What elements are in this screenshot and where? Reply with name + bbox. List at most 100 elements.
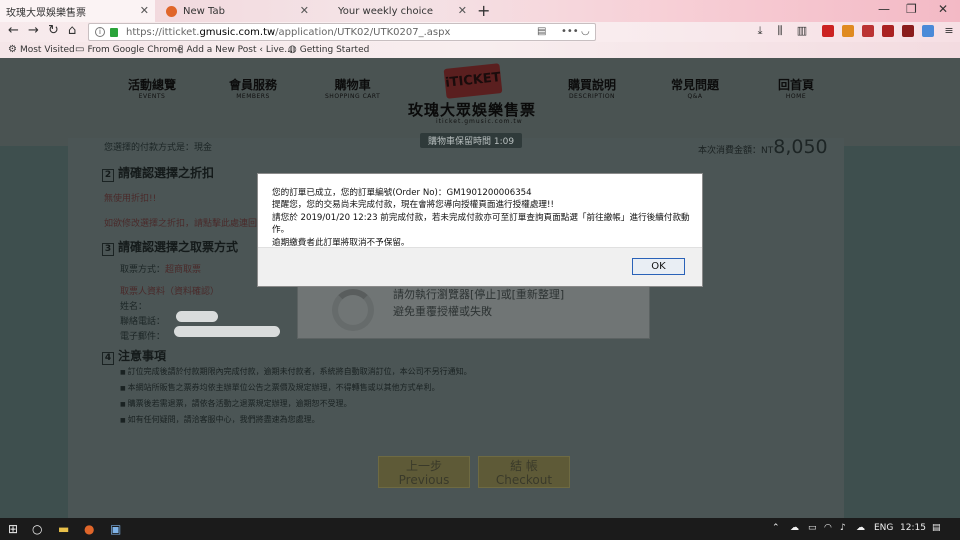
extension-icon[interactable] xyxy=(902,25,914,37)
extension-icon[interactable] xyxy=(842,25,854,37)
notes-list: 訂位完成後請於付款期限內完成付款，逾期未付款者，系統將自動取消訂位，本公司不另行… xyxy=(120,366,840,430)
nav-sublabel: HOME xyxy=(785,93,807,100)
button-sublabel: Previous xyxy=(398,473,450,487)
extension-icon[interactable] xyxy=(862,25,874,37)
firefox-icon[interactable]: ● xyxy=(84,522,94,536)
bookmark-google-chrome[interactable]: ▭ From Google Chrome xyxy=(75,44,183,55)
authorization-panel: 請勿執行瀏覽器[停止]或[重新整理] 避免重覆授權或失敗 xyxy=(297,280,650,339)
windows-start-icon[interactable]: ⊞ xyxy=(8,522,18,536)
nav-label: 回首頁 xyxy=(778,78,815,92)
tab-new[interactable]: New Tab ✕ xyxy=(160,0,315,22)
page-actions-icon[interactable]: ••• xyxy=(561,26,579,37)
total-amount: 8,050 xyxy=(773,136,828,158)
dialog-button-bar: OK xyxy=(258,247,702,286)
onedrive-icon[interactable]: ☁ xyxy=(856,523,865,533)
maximize-button[interactable]: ❐ xyxy=(906,2,917,16)
site-logo-subtitle: iticket.gmusic.com.tw xyxy=(436,118,523,125)
nav-sublabel: DESCRIPTION xyxy=(568,93,616,100)
info-icon[interactable]: i xyxy=(95,27,105,37)
volume-icon[interactable]: ♪ xyxy=(840,523,846,533)
checkout-button[interactable]: 結 帳 Checkout xyxy=(478,456,570,488)
button-label: 結 帳 xyxy=(510,459,538,473)
redaction-mark xyxy=(176,311,218,322)
nav-home[interactable]: 回首頁 HOME xyxy=(778,76,814,100)
downloads-icon[interactable]: ⤓ xyxy=(754,25,766,37)
menu-icon[interactable]: ≡ xyxy=(943,25,955,37)
close-icon[interactable]: ✕ xyxy=(300,4,309,17)
chevron-up-icon[interactable]: ⌃ xyxy=(772,523,780,533)
network-icon[interactable]: ▭ xyxy=(808,523,817,533)
nav-label: 購物車 xyxy=(334,78,371,92)
bookmark-most-visited[interactable]: ⚙ Most Visited xyxy=(8,44,75,55)
nav-qa[interactable]: 常見問題 Q&A xyxy=(671,76,719,100)
tab-title: Your weekly choice xyxy=(338,5,434,17)
button-label: 上一步 xyxy=(405,459,442,473)
close-window-button[interactable]: ✕ xyxy=(938,2,948,16)
panel-warning-line1: 請勿執行瀏覽器[停止]或[重新整理] xyxy=(393,288,565,301)
bookmark-add-post[interactable]: ▯ Add a New Post ‹ Live... xyxy=(178,44,293,55)
order-alert-dialog: 您的訂單已成立，您的訂單編號(Order No)：GM1901200006354… xyxy=(257,173,703,287)
ok-button[interactable]: OK xyxy=(632,258,685,275)
previous-button[interactable]: 上一步 Previous xyxy=(378,456,470,488)
tab-title: New Tab xyxy=(183,5,225,17)
list-item: 本網站所販售之票券均依主辦單位公告之票價及規定辦理，不得轉售或以其他方式牟利。 xyxy=(120,382,840,394)
close-icon[interactable]: ✕ xyxy=(140,4,149,17)
order-total: 本次消費金額：NT8,050 xyxy=(698,136,828,158)
nav-description[interactable]: 購買說明 DESCRIPTION xyxy=(568,76,616,100)
sidebar-icon[interactable]: ▥ xyxy=(796,25,808,37)
globe-icon: ◍ xyxy=(288,44,297,55)
nav-shopping-cart[interactable]: 購物車 SHOPPING CART xyxy=(325,76,380,100)
alert-line: 提醒您，您的交易尚未完成付款，現在會將您導向授權頁面進行授權處理!! xyxy=(272,200,554,211)
list-item: 如有任何疑問，請洽客服中心，我們將盡速為您處理。 xyxy=(120,414,840,426)
app-icon[interactable]: ▣ xyxy=(110,522,121,536)
extension-icon[interactable] xyxy=(822,25,834,37)
language-indicator[interactable]: ENG xyxy=(874,523,893,533)
extension-icon[interactable] xyxy=(922,25,934,37)
wifi-icon[interactable]: ◠ xyxy=(824,523,832,533)
tab-bar: 玫瑰大眾娛樂售票 ✕ New Tab ✕ Your weekly choice … xyxy=(0,0,960,22)
close-icon[interactable]: ✕ xyxy=(458,4,467,17)
tab-title: 玫瑰大眾娛樂售票 xyxy=(6,7,86,19)
list-item: 訂位完成後請於付款期限內完成付款，逾期未付款者，系統將自動取消訂位，本公司不另行… xyxy=(120,366,840,378)
nav-members[interactable]: 會員服務 MEMBERS xyxy=(229,76,277,100)
home-icon[interactable]: ⌂ xyxy=(68,23,76,38)
file-explorer-icon[interactable]: ▬ xyxy=(58,522,69,536)
pocket-icon[interactable]: ◡ xyxy=(581,26,590,37)
reload-button[interactable]: ↻ xyxy=(48,23,59,38)
site-logo-badge[interactable]: iTICKET xyxy=(443,63,503,99)
tab-active[interactable]: 玫瑰大眾娛樂售票 ✕ xyxy=(0,0,155,22)
tab-weekly[interactable]: Your weekly choice ✕ xyxy=(318,0,473,22)
recipient-hint: 取票人資料（資料確認） xyxy=(120,287,220,297)
payment-method-note: 您選擇的付款方式是：現金 xyxy=(104,143,213,153)
library-icon[interactable]: ⫼ xyxy=(774,25,786,37)
forward-button[interactable]: → xyxy=(28,23,39,38)
cortana-icon[interactable]: ○ xyxy=(32,522,42,536)
notifications-icon[interactable]: ▤ xyxy=(932,523,941,533)
redaction-mark xyxy=(174,326,280,337)
nav-sublabel: MEMBERS xyxy=(236,93,270,100)
reader-view-icon[interactable]: ▤ xyxy=(537,26,546,37)
step-number: 2 xyxy=(102,169,114,182)
bookmark-getting-started[interactable]: ◍ Getting Started xyxy=(288,44,369,55)
back-button[interactable]: ← xyxy=(8,23,19,38)
section-pickup-title: 3 請確認選擇之取票方式 xyxy=(102,238,238,256)
nav-sublabel: EVENTS xyxy=(138,93,166,100)
clock[interactable]: 12:15 xyxy=(900,523,926,533)
cart-timer: 購物車保留時間 1:09 xyxy=(420,133,523,148)
total-label: 本次消費金額：NT xyxy=(698,146,774,156)
section-notes-title: 4 注意事項 xyxy=(102,347,166,365)
web-page: 活動總覽 EVENTS 會員服務 MEMBERS 購物車 SHOPPING CA… xyxy=(0,58,960,518)
nav-events[interactable]: 活動總覽 EVENTS xyxy=(128,76,176,100)
name-label: 姓名： xyxy=(120,302,148,312)
button-sublabel: Checkout xyxy=(495,473,553,487)
new-tab-button[interactable]: + xyxy=(477,1,490,20)
cloud-icon[interactable]: ☁ xyxy=(790,523,799,533)
lock-icon[interactable] xyxy=(110,27,118,37)
url-bar[interactable]: i https://itticket.gmusic.com.tw/applica… xyxy=(88,23,596,41)
nav-label: 活動總覽 xyxy=(128,78,177,92)
navigation-toolbar: ← → ↻ ⌂ i https://itticket.gmusic.com.tw… xyxy=(0,22,960,42)
email-label: 電子郵件： xyxy=(120,332,166,342)
discount-status: 無使用折扣!! xyxy=(104,194,157,204)
extension-icon[interactable] xyxy=(882,25,894,37)
minimize-button[interactable]: — xyxy=(878,2,890,16)
